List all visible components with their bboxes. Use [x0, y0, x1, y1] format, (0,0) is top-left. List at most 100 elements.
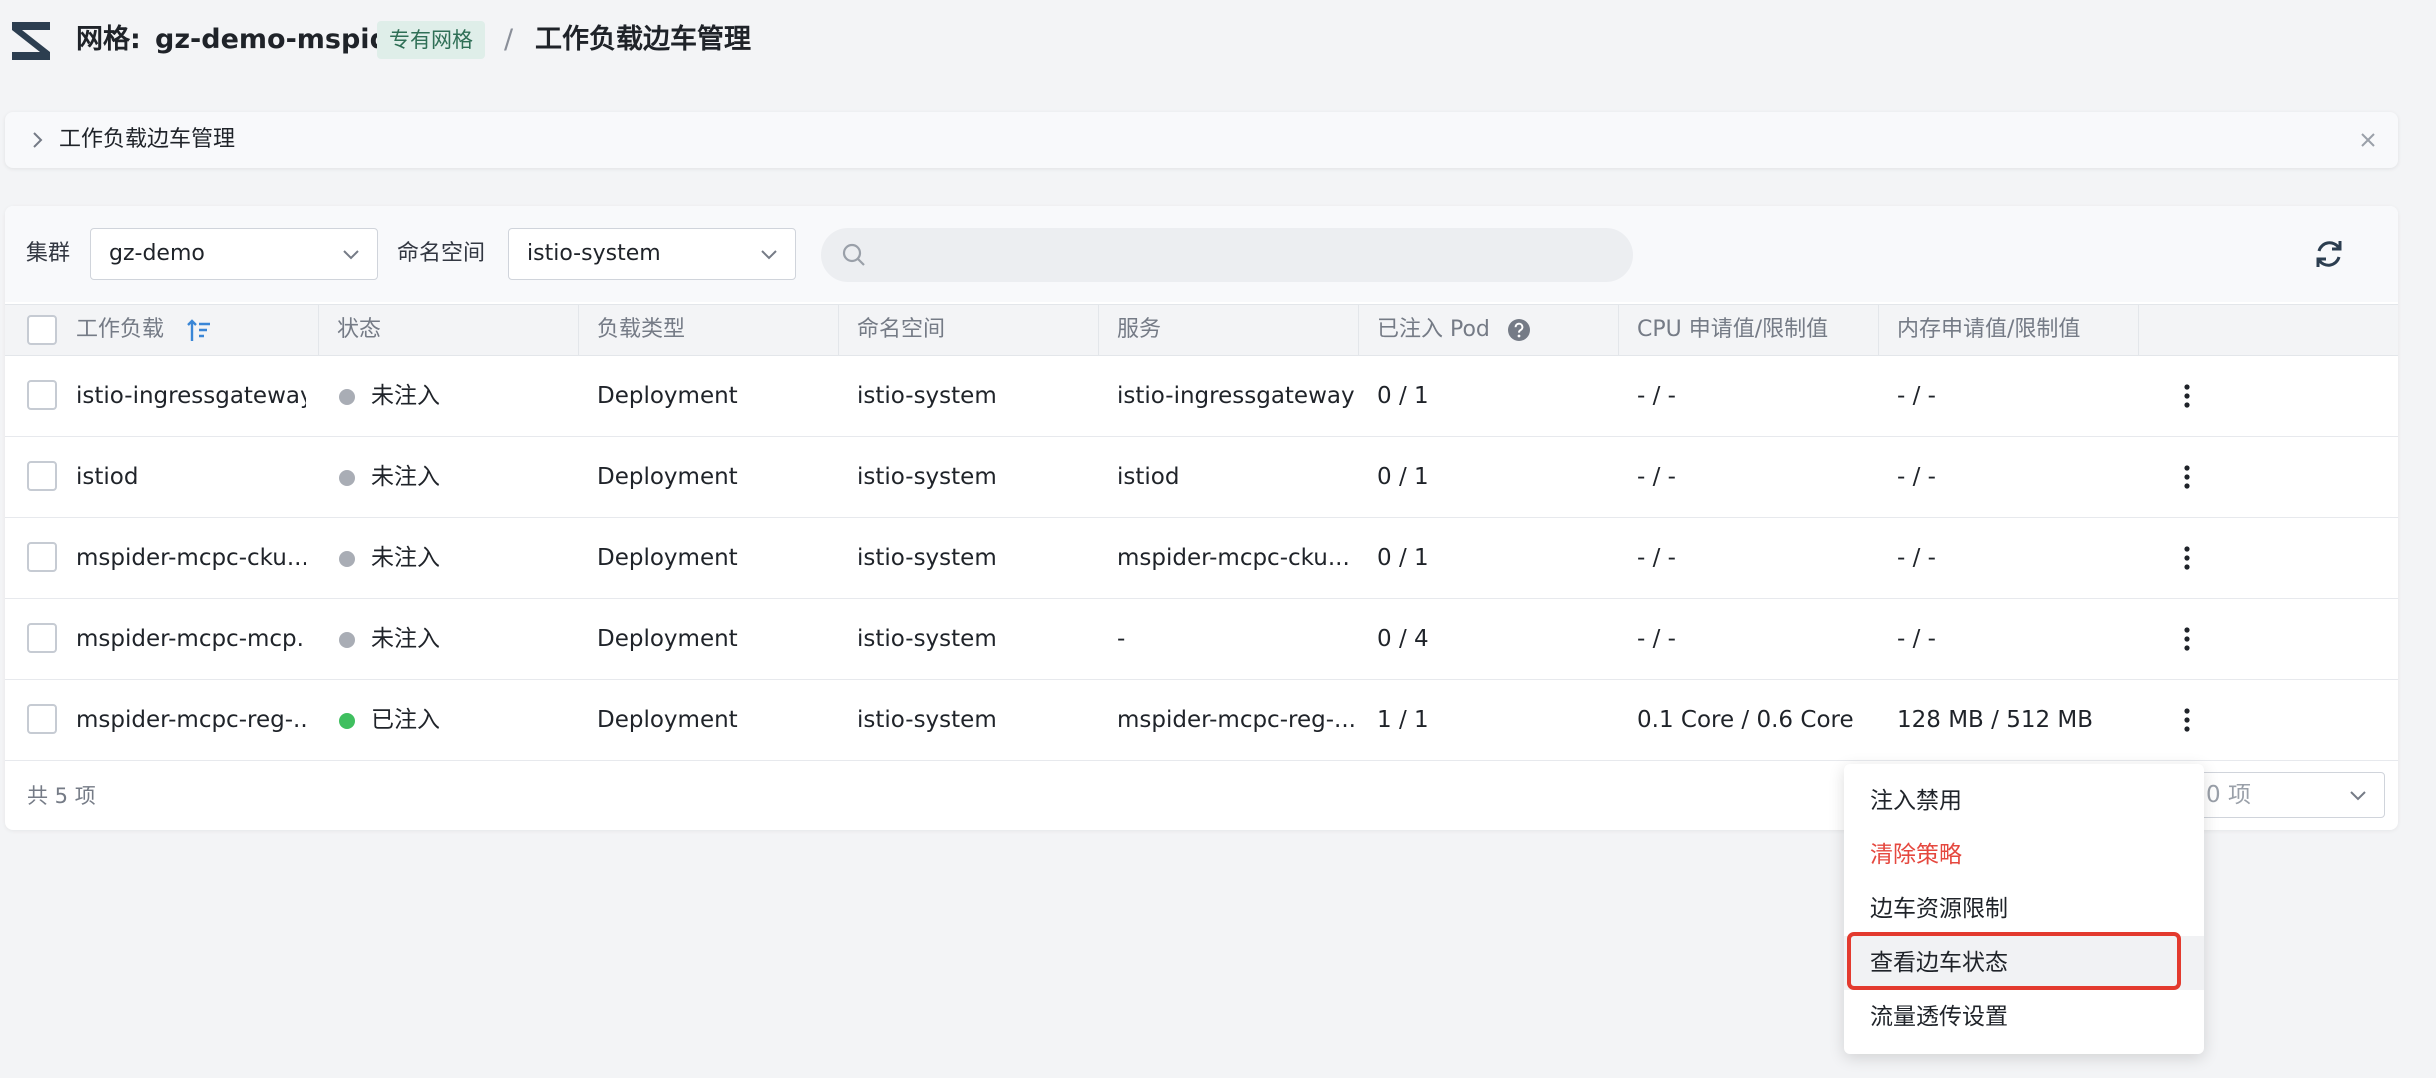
cpu-value: - / - [1637, 464, 1676, 490]
workload-name[interactable]: istio-ingressgateway [76, 356, 306, 436]
injected-pod-count: 0 / 1 [1377, 383, 1429, 409]
mesh-logo-icon [12, 22, 50, 60]
column-header-type: 负载类型 [597, 317, 686, 342]
more-actions-icon[interactable] [2171, 461, 2203, 493]
memory-value: - / - [1897, 626, 1936, 652]
workload-table-card: 集群 gz-demo 命名空间 istio-system 工作负载 状态 负载类… [5, 206, 2398, 830]
column-divider [1358, 305, 1359, 355]
namespace-select[interactable]: istio-system [508, 228, 796, 280]
banner-title: 工作负载边车管理 [59, 127, 236, 152]
status-text: 未注入 [371, 626, 440, 652]
help-icon[interactable] [1507, 318, 1531, 342]
chevron-down-icon [2350, 791, 2366, 801]
injected-pod-count: 0 / 1 [1377, 545, 1429, 571]
menu-item-traffic-passthrough[interactable]: 流量透传设置 [1844, 990, 2204, 1044]
collapsible-banner[interactable]: 工作负载边车管理 [5, 112, 2398, 168]
workload-type: Deployment [597, 626, 738, 652]
namespace-select-value: istio-system [527, 241, 661, 266]
more-actions-icon[interactable] [2171, 380, 2203, 412]
row-checkbox[interactable] [27, 623, 57, 653]
table-row[interactable]: mspider-mcpc-reg-... 已注入 Deployment isti… [5, 680, 2398, 761]
table-row[interactable]: istiod 未注入 Deployment istio-system istio… [5, 437, 2398, 518]
search-box[interactable] [821, 228, 1633, 282]
column-header-service: 服务 [1117, 317, 1162, 342]
row-checkbox[interactable] [27, 704, 57, 734]
column-divider [1878, 305, 1879, 355]
top-header: 网格: gz-demo-mspider 专有网格 / 工作负载边车管理 [0, 0, 2436, 80]
status-text: 未注入 [371, 545, 440, 571]
status-dot [339, 713, 355, 729]
column-divider [838, 305, 839, 355]
workload-type: Deployment [597, 383, 738, 409]
total-count: 共 5 项 [27, 784, 96, 808]
page-size-select[interactable]: 0 项 [2175, 772, 2385, 818]
injected-pod-count: 1 / 1 [1377, 707, 1429, 733]
mesh-label: 网格: [76, 24, 141, 55]
workload-namespace: istio-system [857, 383, 997, 409]
injected-pod-count: 0 / 1 [1377, 464, 1429, 490]
row-checkbox[interactable] [27, 542, 57, 572]
column-divider [2138, 305, 2139, 355]
row-checkbox[interactable] [27, 461, 57, 491]
workload-name[interactable]: mspider-mcpc-reg-... [76, 680, 306, 760]
cluster-select[interactable]: gz-demo [90, 228, 378, 280]
workload-namespace: istio-system [857, 707, 997, 733]
cpu-value: 0.1 Core / 0.6 Core [1637, 707, 1854, 733]
chevron-down-icon [761, 250, 777, 260]
workload-type: Deployment [597, 464, 738, 490]
page-size-value: 0 项 [2206, 782, 2251, 808]
filter-toolbar: 集群 gz-demo 命名空间 istio-system [5, 206, 2398, 302]
breadcrumb-separator: / [504, 24, 514, 55]
status-text: 未注入 [371, 464, 440, 490]
close-icon[interactable] [2356, 128, 2380, 152]
column-header-namespace: 命名空间 [857, 317, 946, 342]
menu-item-disable-injection[interactable]: 注入禁用 [1844, 774, 2204, 828]
mesh-type-badge: 专有网格 [377, 21, 485, 59]
column-header-cpu: CPU 申请值/限制值 [1637, 317, 1829, 342]
workload-type: Deployment [597, 545, 738, 571]
menu-item-clear-policy[interactable]: 清除策略 [1844, 828, 2204, 882]
column-header-status: 状态 [337, 317, 382, 342]
row-actions-menu: 注入禁用 清除策略 边车资源限制 查看边车状态 流量透传设置 [1844, 764, 2204, 1054]
cpu-value: - / - [1637, 626, 1676, 652]
memory-value: - / - [1897, 545, 1936, 571]
workload-name[interactable]: istiod [76, 437, 306, 517]
cluster-select-value: gz-demo [109, 241, 205, 266]
more-actions-icon[interactable] [2171, 704, 2203, 736]
workload-namespace: istio-system [857, 626, 997, 652]
row-checkbox[interactable] [27, 380, 57, 410]
page-title: 工作负载边车管理 [535, 24, 751, 55]
column-divider [1618, 305, 1619, 355]
column-divider [1098, 305, 1099, 355]
workload-service[interactable]: mspider-mcpc-reg-... [1117, 680, 1357, 760]
memory-value: - / - [1897, 383, 1936, 409]
workload-namespace: istio-system [857, 464, 997, 490]
workload-name[interactable]: mspider-mcpc-cku... [76, 518, 306, 598]
workload-type: Deployment [597, 707, 738, 733]
memory-value: - / - [1897, 464, 1936, 490]
memory-value: 128 MB / 512 MB [1897, 707, 2094, 733]
sort-icon[interactable] [185, 317, 213, 345]
column-header-injected-pod: 已注入 Pod [1377, 317, 1490, 342]
select-all-checkbox[interactable] [27, 315, 57, 345]
status-dot [339, 551, 355, 567]
status-text: 已注入 [371, 707, 440, 733]
table-row[interactable]: mspider-mcpc-mcp... 未注入 Deployment istio… [5, 599, 2398, 680]
workload-name[interactable]: mspider-mcpc-mcp... [76, 599, 306, 679]
cluster-label: 集群 [26, 241, 71, 266]
workload-service[interactable]: - [1117, 599, 1357, 679]
more-actions-icon[interactable] [2171, 623, 2203, 655]
chevron-right-icon[interactable] [25, 128, 49, 152]
table-row[interactable]: mspider-mcpc-cku... 未注入 Deployment istio… [5, 518, 2398, 599]
workload-service[interactable]: mspider-mcpc-cku... [1117, 518, 1357, 598]
status-dot [339, 632, 355, 648]
search-input[interactable] [881, 236, 1605, 276]
menu-item-view-sidecar-status[interactable]: 查看边车状态 [1844, 936, 2204, 990]
workload-service[interactable]: istio-ingressgateway [1117, 356, 1357, 436]
menu-item-sidecar-resource-limit[interactable]: 边车资源限制 [1844, 882, 2204, 936]
table-row[interactable]: istio-ingressgateway 未注入 Deployment isti… [5, 356, 2398, 437]
refresh-icon[interactable] [2311, 236, 2347, 272]
more-actions-icon[interactable] [2171, 542, 2203, 574]
column-header-memory: 内存申请值/限制值 [1897, 317, 2081, 342]
workload-service[interactable]: istiod [1117, 437, 1357, 517]
